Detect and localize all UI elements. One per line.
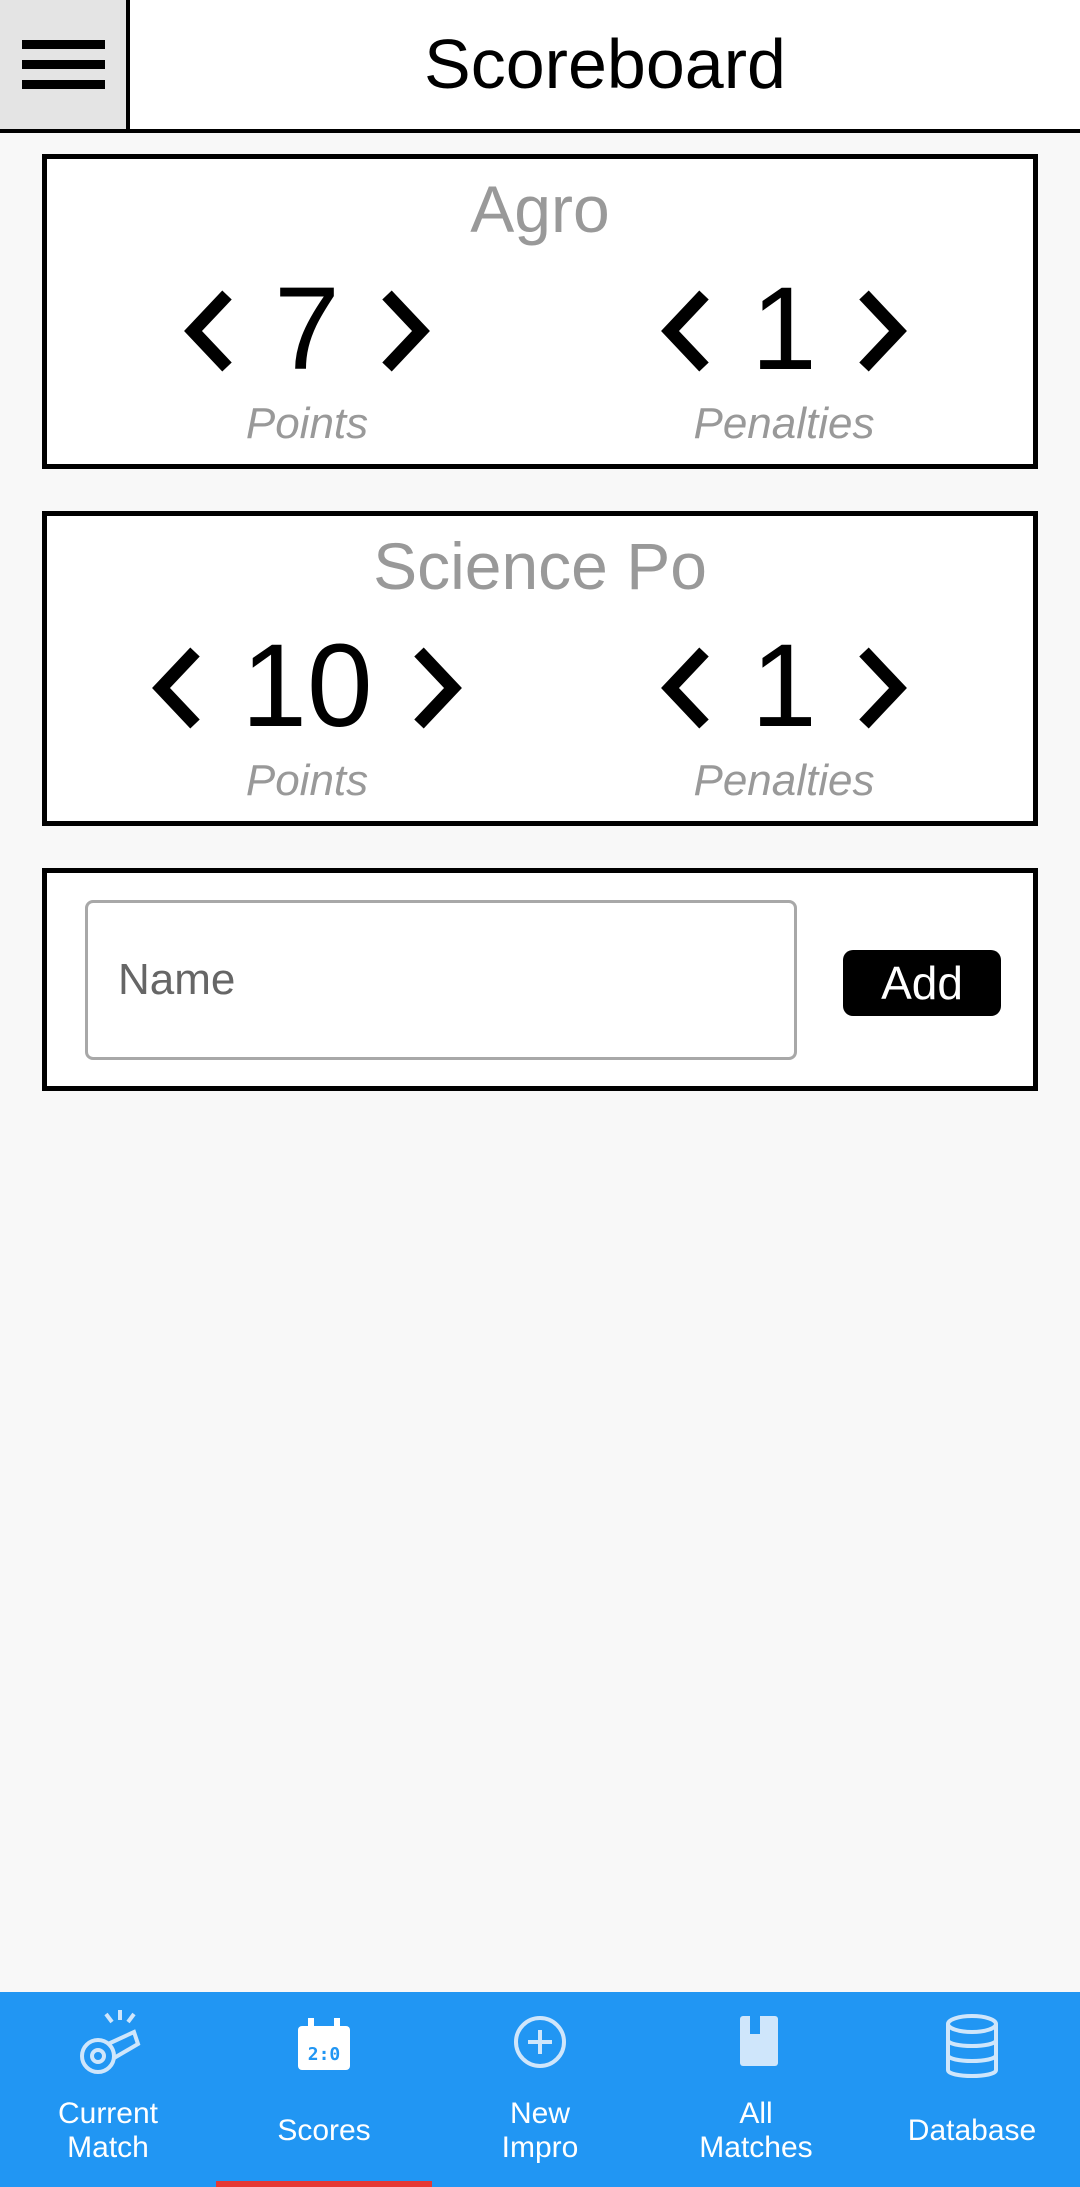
bottom-navigation: Current Match 2:0 Scores New Impro All M…: [0, 1992, 1080, 2187]
increment-points-icon[interactable]: [367, 283, 437, 379]
penalties-label: Penalties: [693, 399, 875, 448]
whistle-icon: [80, 2010, 141, 2074]
scoreboard-calendar-icon: 2:0: [298, 2018, 350, 2070]
nav-item-database[interactable]: Database: [864, 1992, 1080, 2187]
team-card: Agro 7 Points 1 Penalties: [42, 154, 1038, 469]
add-team-button[interactable]: Add: [843, 950, 1001, 1016]
penalties-value: 1: [751, 620, 817, 752]
team-name-input[interactable]: [85, 900, 797, 1060]
nav-label: Scores: [277, 2114, 371, 2147]
nav-item-current-match[interactable]: Current Match: [0, 1992, 216, 2187]
menu-button[interactable]: [0, 0, 130, 129]
points-counter: 7 Points: [67, 259, 547, 448]
database-icon: [946, 2014, 998, 2078]
points-value: 7: [274, 263, 340, 395]
increment-points-icon[interactable]: [399, 640, 469, 736]
increment-penalties-icon[interactable]: [844, 640, 914, 736]
penalties-counter: 1 Penalties: [544, 616, 1024, 805]
add-team-card: Add: [42, 868, 1038, 1091]
page-title: Scoreboard: [424, 25, 786, 103]
nav-label: All Matches: [699, 2097, 813, 2164]
team-card: Science Po 10 Points 1 Penalties: [42, 511, 1038, 826]
points-label: Points: [245, 399, 369, 448]
nav-item-new-impro[interactable]: New Impro: [432, 1992, 648, 2187]
points-label: Points: [245, 756, 369, 805]
penalties-label: Penalties: [693, 756, 875, 805]
points-value: 10: [241, 620, 373, 752]
active-tab-indicator: [216, 2181, 432, 2187]
book-icon: [740, 2016, 778, 2066]
penalties-value: 1: [751, 263, 817, 395]
app-header: Scoreboard: [0, 0, 1080, 133]
points-counter: 10 Points: [67, 616, 547, 805]
nav-item-all-matches[interactable]: All Matches: [648, 1992, 864, 2187]
plus-circle-icon: [514, 2016, 566, 2068]
team-name: Science Po: [373, 529, 707, 603]
nav-label: Current Match: [57, 2097, 159, 2164]
increment-penalties-icon[interactable]: [844, 283, 914, 379]
nav-label: Database: [907, 2114, 1037, 2147]
penalties-counter: 1 Penalties: [544, 259, 1024, 448]
team-name: Agro: [470, 172, 610, 246]
svg-text:2:0: 2:0: [308, 2044, 341, 2065]
nav-label: New Impro: [501, 2097, 579, 2164]
nav-item-scores[interactable]: 2:0 Scores: [216, 1992, 432, 2187]
